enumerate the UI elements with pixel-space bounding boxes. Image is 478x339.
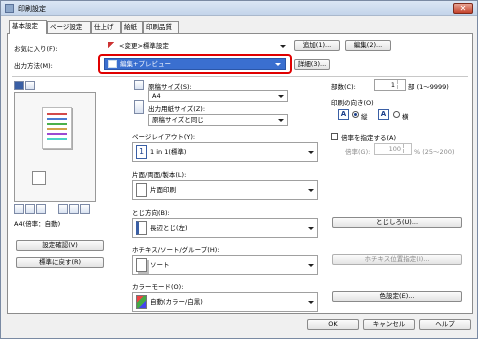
favorites-label: お気に入り(F): bbox=[14, 45, 58, 53]
color-mode-label: カラーモード(O): bbox=[132, 283, 184, 291]
preview-line bbox=[47, 133, 67, 135]
landscape-radio[interactable] bbox=[393, 111, 400, 118]
tab-print-quality[interactable]: 印刷品質 bbox=[143, 21, 179, 33]
preview-doc-icon bbox=[108, 60, 117, 68]
page-preview bbox=[42, 107, 72, 149]
color-mode-select[interactable]: 自動(カラー/白黒) bbox=[132, 292, 318, 312]
settings-check-button[interactable]: 設定確認(V) bbox=[16, 240, 104, 251]
layout-1up-icon: 1 bbox=[136, 145, 147, 159]
spin-down-icon[interactable] bbox=[397, 85, 404, 89]
copies-unit: 部 (1～9999) bbox=[408, 83, 449, 91]
print-settings-window: 印刷設定 ✕ 基本設定 ページ設定 仕上げ 給紙 印刷品質 お気に入り(F): … bbox=[0, 0, 478, 339]
preview-line bbox=[47, 123, 67, 125]
orientation-label: 印刷の向き(O) bbox=[331, 99, 374, 107]
output-paper-icon bbox=[134, 100, 144, 114]
color-settings-button[interactable]: 色設定(E)... bbox=[332, 291, 462, 302]
chevron-down-icon bbox=[308, 151, 314, 154]
output-method-select[interactable]: 編集+プレビュー bbox=[104, 58, 286, 70]
staple-select[interactable]: ソート bbox=[132, 255, 318, 275]
preview-line bbox=[47, 128, 67, 130]
sort-icon bbox=[136, 258, 147, 272]
help-button[interactable]: ヘルプ bbox=[419, 319, 471, 330]
single-sided-icon bbox=[136, 183, 147, 197]
spin-up-icon[interactable] bbox=[397, 80, 404, 84]
color-auto-icon bbox=[136, 295, 147, 309]
page-layout-label: ページレイアウト(Y): bbox=[132, 133, 196, 141]
tab-finishing[interactable]: 仕上げ bbox=[91, 21, 121, 33]
scaling-checkbox-label: 倍率を指定する(A) bbox=[341, 134, 397, 142]
binding-label: とじ方向(B): bbox=[132, 209, 170, 217]
stack-icon bbox=[32, 171, 46, 185]
portrait-label: 縦 bbox=[361, 113, 368, 121]
printer-icon bbox=[5, 4, 14, 13]
portrait-icon: A bbox=[338, 109, 349, 120]
stamp-icon bbox=[58, 204, 68, 214]
chevron-down-icon bbox=[308, 301, 314, 304]
chevron-down-icon bbox=[275, 63, 281, 66]
chevron-down-icon bbox=[278, 119, 284, 122]
edit-favorite-button[interactable]: 編集(2)... bbox=[345, 40, 391, 51]
output-method-label: 出力方法(M): bbox=[14, 62, 53, 70]
staple-icon bbox=[14, 204, 24, 214]
divider bbox=[12, 76, 468, 77]
spin-up-icon[interactable] bbox=[403, 144, 410, 148]
chevron-down-icon bbox=[308, 227, 314, 230]
tab-paper-source[interactable]: 給紙 bbox=[121, 21, 143, 33]
landscape-label: 横 bbox=[402, 113, 409, 121]
original-size-select[interactable]: A4 bbox=[148, 90, 288, 102]
staple-label: ホチキス/ソート/グループ(H): bbox=[132, 246, 220, 254]
fold-icon bbox=[36, 204, 46, 214]
close-button[interactable]: ✕ bbox=[453, 3, 473, 14]
watermark-icon bbox=[69, 204, 79, 214]
printer-view-icon[interactable] bbox=[25, 81, 35, 90]
output-details-button[interactable]: 詳細(3)... bbox=[294, 59, 330, 70]
chevron-down-icon bbox=[280, 45, 286, 48]
ok-button[interactable]: OK bbox=[307, 319, 359, 330]
restore-defaults-button[interactable]: 標準に戻す(R) bbox=[16, 257, 104, 268]
duplex-label: 片面/両面/製本(L): bbox=[132, 171, 187, 179]
cancel-button[interactable]: キャンセル bbox=[363, 319, 415, 330]
output-paper-size-label: 出力用紙サイズ(Z): bbox=[148, 105, 206, 113]
pencil-icon bbox=[108, 42, 116, 50]
chevron-down-icon bbox=[278, 95, 284, 98]
tab-basic[interactable]: 基本設定 bbox=[9, 20, 47, 34]
chevron-down-icon bbox=[308, 189, 314, 192]
page-size-icon bbox=[134, 80, 144, 90]
spin-down-icon[interactable] bbox=[403, 149, 410, 153]
binding-select[interactable]: 長辺とじ(左) bbox=[132, 218, 318, 238]
booklet-icon bbox=[80, 204, 90, 214]
scaling-percent-label: 倍率(G): bbox=[345, 148, 371, 156]
paper-info: A4(倍率：自動) bbox=[14, 220, 61, 228]
scaling-stepper[interactable]: 100 bbox=[374, 143, 412, 155]
punch-icon bbox=[25, 204, 35, 214]
copies-label: 部数(C): bbox=[331, 83, 356, 91]
preview-line bbox=[47, 138, 67, 140]
binding-margin-button[interactable]: とじしろ(U)... bbox=[332, 217, 462, 228]
landscape-icon: A bbox=[378, 109, 389, 120]
staple-position-button[interactable]: ホチキス位置指定(I)... bbox=[332, 254, 462, 265]
duplex-select[interactable]: 片面印刷 bbox=[132, 180, 318, 200]
copies-stepper[interactable]: 1 bbox=[374, 79, 406, 91]
portrait-radio[interactable] bbox=[352, 111, 359, 118]
add-favorite-button[interactable]: 追加(1)... bbox=[294, 40, 340, 51]
page-view-icon[interactable] bbox=[14, 81, 24, 90]
scaling-unit: % (25～200) bbox=[414, 148, 455, 156]
settings-panel: お気に入り(F): <変更>標準設定 追加(1)... 編集(2)... 出力方… bbox=[7, 33, 473, 314]
scaling-checkbox[interactable] bbox=[331, 133, 338, 140]
preview-line bbox=[47, 118, 67, 120]
long-edge-left-icon bbox=[136, 221, 147, 235]
favorites-select[interactable]: <変更>標準設定 bbox=[104, 40, 290, 52]
page-layout-select[interactable]: 11 in 1(標準) bbox=[132, 142, 318, 162]
preview-area bbox=[14, 92, 96, 202]
title-bar: 印刷設定 ✕ bbox=[1, 1, 477, 16]
output-paper-size-select[interactable]: 原稿サイズと同じ bbox=[148, 114, 288, 126]
window-title: 印刷設定 bbox=[18, 5, 46, 13]
preview-line bbox=[47, 113, 67, 115]
chevron-down-icon bbox=[308, 264, 314, 267]
tab-page-setup[interactable]: ページ設定 bbox=[47, 21, 91, 33]
